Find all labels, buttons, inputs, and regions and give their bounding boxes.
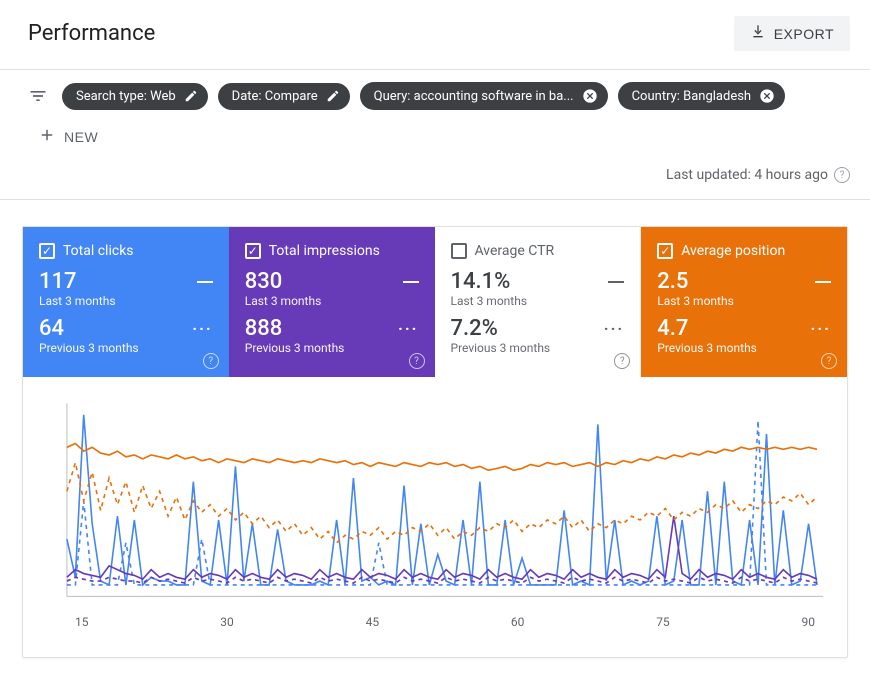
metric-title: Average position (681, 243, 785, 259)
last-updated-text: Last updated: 4 hours ago (666, 167, 828, 183)
metric-previous-period: Previous 3 months (245, 341, 419, 355)
line-dashed-icon: ··· (604, 325, 624, 333)
line-dashed-icon: ··· (192, 325, 212, 333)
metric-current-period: Last 3 months (657, 294, 831, 308)
metric-current-value: 117 (39, 269, 77, 294)
metric-current-period: Last 3 months (451, 294, 625, 308)
metric-title: Total impressions (269, 243, 380, 259)
chip-country[interactable]: Country: Bangladesh (618, 82, 786, 110)
metric-previous-value: 64 (39, 316, 64, 341)
metric-current-value: 830 (245, 269, 283, 294)
chart-x-axis: 15 30 45 60 75 90 (67, 609, 823, 629)
metric-previous-period: Previous 3 months (451, 341, 625, 355)
close-icon[interactable] (759, 88, 775, 104)
close-icon[interactable] (582, 88, 598, 104)
metric-checkbox[interactable] (451, 243, 467, 259)
metric-title: Average CTR (475, 243, 555, 259)
export-label: EXPORT (774, 26, 834, 42)
export-button[interactable]: EXPORT (734, 16, 850, 51)
x-tick: 30 (220, 615, 234, 629)
help-icon[interactable]: ? (409, 353, 425, 369)
metric-average_position[interactable]: Average position 2.5Last 3 months 4.7 ··· Pr… (641, 227, 847, 377)
filter-icon[interactable] (28, 86, 52, 106)
pencil-icon (184, 89, 198, 103)
metric-checkbox[interactable] (39, 243, 55, 259)
line-dashed-icon: ··· (811, 325, 831, 333)
x-tick: 15 (75, 615, 89, 629)
help-icon[interactable]: ? (203, 353, 219, 369)
performance-chart (47, 399, 823, 609)
x-tick: 45 (366, 615, 380, 629)
page-title: Performance (28, 21, 155, 46)
new-filter-button[interactable]: NEW (28, 120, 108, 153)
series-clicks_last3m (67, 415, 817, 585)
line-solid-icon (197, 281, 213, 283)
help-icon[interactable]: ? (821, 353, 837, 369)
metric-average_ctr[interactable]: Average CTR 14.1%Last 3 months 7.2% ··· Prev… (435, 227, 642, 377)
metric-previous-period: Previous 3 months (39, 341, 213, 355)
help-icon[interactable]: ? (834, 167, 850, 183)
x-tick: 75 (656, 615, 670, 629)
pencil-icon (326, 89, 340, 103)
chip-query[interactable]: Query: accounting software in ba... (360, 82, 608, 110)
line-solid-icon (403, 281, 419, 283)
performance-panel: Total clicks117Last 3 months64···Previou… (22, 226, 848, 658)
metric-current-period: Last 3 months (245, 294, 419, 308)
metric-total_impressions[interactable]: Total impressions 830Last 3 months 888 ··· P… (229, 227, 435, 377)
x-tick: 60 (511, 615, 525, 629)
metric-total_clicks[interactable]: Total clicks 117Last 3 months 64 ··· Previou… (23, 227, 229, 377)
metric-current-value: 14.1% (451, 269, 511, 294)
x-tick: 90 (801, 615, 815, 629)
metric-checkbox[interactable] (657, 243, 673, 259)
chip-search-type[interactable]: Search type: Web (62, 83, 208, 110)
help-icon[interactable]: ? (614, 353, 630, 369)
series-position_last3m (67, 444, 817, 471)
series-clicks_prev3m (67, 421, 817, 585)
plus-icon (38, 126, 56, 147)
chip-date[interactable]: Date: Compare (218, 83, 350, 110)
metric-current-period: Last 3 months (39, 294, 213, 308)
metric-previous-value: 4.7 (657, 316, 688, 341)
metric-previous-period: Previous 3 months (657, 341, 831, 355)
metric-previous-value: 888 (245, 316, 283, 341)
metric-current-value: 2.5 (657, 269, 688, 294)
metric-checkbox[interactable] (245, 243, 261, 259)
line-dashed-icon: ··· (398, 325, 418, 333)
line-solid-icon (815, 281, 831, 283)
metric-title: Total clicks (63, 243, 134, 259)
line-solid-icon (608, 281, 624, 283)
download-icon (750, 24, 766, 43)
metric-previous-value: 7.2% (451, 316, 498, 341)
